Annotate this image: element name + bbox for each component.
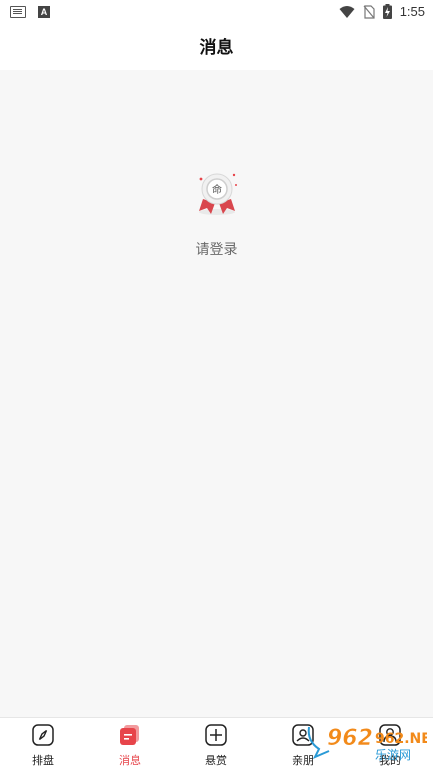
tab-bounty[interactable]: 悬赏 xyxy=(181,724,251,768)
svg-text:命: 命 xyxy=(212,183,222,196)
watermark-logo: 962 962.NET 乐游网 xyxy=(305,719,433,763)
keyboard-icon xyxy=(10,6,26,18)
header: 消息 xyxy=(0,26,433,70)
no-sim-icon xyxy=(363,4,375,19)
wifi-icon xyxy=(339,5,355,18)
page-title: 消息 xyxy=(199,38,234,58)
watermark-text: 962.NET xyxy=(375,731,427,747)
empty-state: 命 请登录 xyxy=(0,165,433,259)
battery-charging-icon xyxy=(382,4,392,19)
tab-label: 消息 xyxy=(119,754,141,767)
medal-icon: 命 xyxy=(191,165,243,217)
tab-messages[interactable]: 消息 xyxy=(95,724,165,768)
compass-icon xyxy=(32,724,54,746)
tab-label: 排盘 xyxy=(32,754,54,767)
login-prompt[interactable]: 请登录 xyxy=(0,239,433,259)
svg-text:962: 962 xyxy=(327,726,373,751)
plus-square-icon xyxy=(205,724,227,746)
tab-paipan[interactable]: 排盘 xyxy=(8,724,78,768)
message-icon xyxy=(120,725,139,745)
tab-label: 悬赏 xyxy=(205,754,227,767)
status-bar: A 1:55 xyxy=(0,0,433,26)
a-icon: A xyxy=(38,6,50,18)
watermark-subtitle: 乐游网 xyxy=(375,748,411,762)
status-time: 1:55 xyxy=(399,4,425,19)
